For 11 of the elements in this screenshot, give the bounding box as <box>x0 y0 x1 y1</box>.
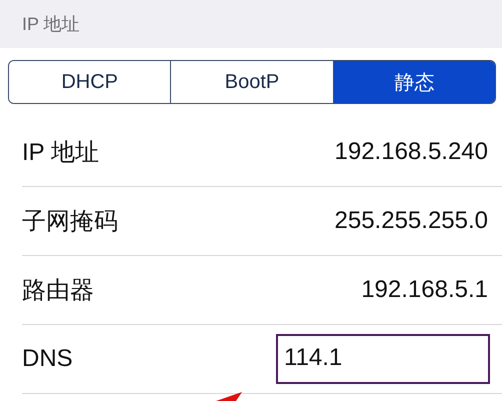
row-value: 255.255.255.0 <box>334 207 488 235</box>
row-value: 192.168.5.1 <box>361 276 488 304</box>
section-header: IP 地址 <box>22 14 80 34</box>
annotation-arrow <box>216 392 242 401</box>
row-label: IP 地址 <box>22 138 99 168</box>
highlighted-value: 114.1 <box>276 334 490 384</box>
row-label: DNS <box>22 345 73 373</box>
row-label: 子网掩码 <box>22 207 118 237</box>
row-value: 192.168.5.240 <box>334 138 488 166</box>
segment-tab[interactable]: 静态 <box>332 61 495 103</box>
row-label: 路由器 <box>22 276 94 306</box>
